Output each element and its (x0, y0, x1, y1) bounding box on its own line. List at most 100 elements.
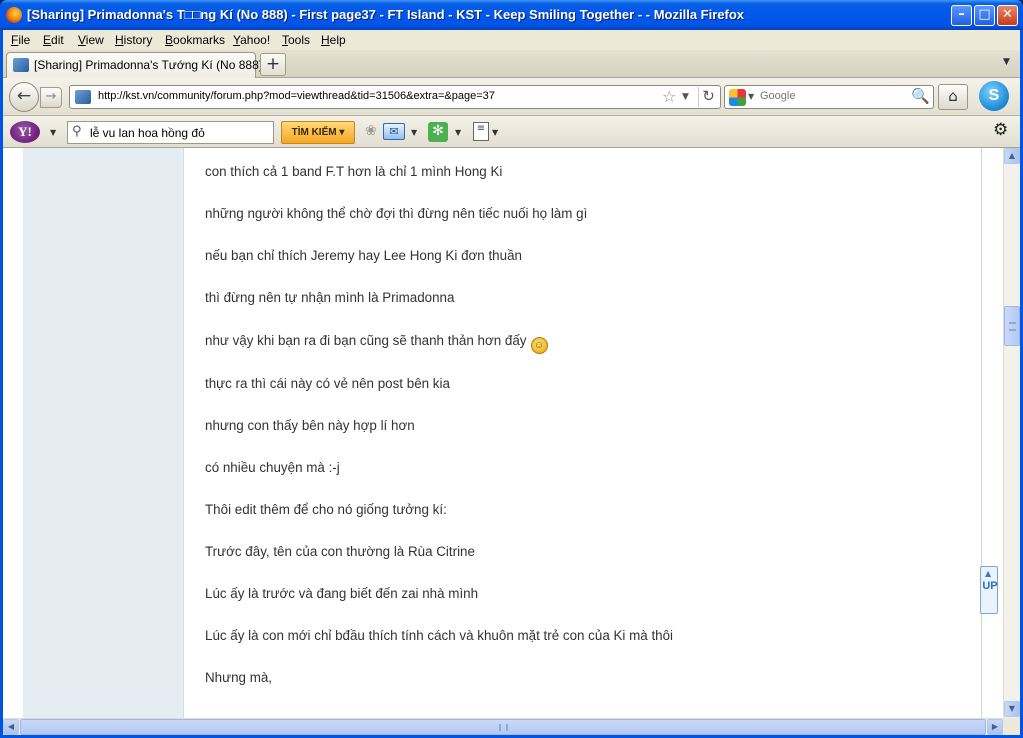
post-line: có nhiều chuyện mà :-j (205, 460, 340, 475)
url-text[interactable]: http://kst.vn/community/forum.php?mod=vi… (98, 90, 495, 102)
post-content: con thích cả 1 band F.T hơn là chỉ 1 mìn… (185, 148, 982, 718)
menu-bookmarks-rest: ookmarks (173, 33, 226, 47)
menu-yahoo[interactable]: Yahoo! (233, 33, 270, 47)
yahoo-search-field[interactable]: ⚲ lễ vu lan hoa hồng đỏ (67, 121, 274, 144)
home-button[interactable]: ⌂ (938, 84, 968, 110)
page-margin-left (3, 148, 23, 718)
horizontal-scroll-thumb[interactable] (20, 719, 986, 735)
google-engine-icon[interactable] (729, 89, 746, 106)
yahoo-search-value[interactable]: lễ vu lan hoa hồng đỏ (90, 126, 205, 140)
window-title: [Sharing] Primadonna's T□□ng Kí (No 888)… (27, 7, 745, 22)
menu-bookmarks[interactable]: Bookmarks (165, 33, 225, 47)
post-line: thì đừng nên tự nhận mình là Primadonna (205, 290, 455, 305)
menu-edit-key: E (43, 33, 52, 47)
vertical-scroll-thumb[interactable] (1004, 306, 1020, 346)
menu-view-key: V (78, 33, 86, 47)
browser-client-area: File Edit View History Bookmarks Yahoo! … (3, 30, 1020, 735)
scrollbar-corner (1003, 718, 1020, 735)
menu-history-rest: istory (123, 33, 153, 47)
post-line: Trước đây, tên của con thường là Rùa Cit… (205, 544, 475, 559)
menu-tools[interactable]: Tools (282, 33, 310, 47)
menu-history[interactable]: History (115, 33, 152, 47)
menu-tools-rest: ools (288, 33, 311, 47)
page-margin-right (983, 148, 1003, 718)
horizontal-scrollbar[interactable]: ◀ ▶ (3, 718, 1020, 735)
post-line-with-smiley: như vậy khi bạn ra đi bạn cũng sẽ thanh … (205, 333, 548, 354)
menu-help-rest: elp (329, 33, 346, 47)
post-line: Lúc ấy là con mới chỉ bđầu thích tính cá… (205, 628, 674, 643)
mail-icon[interactable]: ✉ (383, 123, 405, 140)
maximize-button[interactable]: □ (974, 5, 995, 26)
menu-bookmarks-key: B (165, 33, 174, 47)
toolbar-separator-icon: ❀ (365, 123, 377, 139)
scroll-to-top-button[interactable]: ▲ UP (980, 566, 998, 614)
navigation-toolbar: ← → http://kst.vn/community/forum.php?mo… (3, 78, 1020, 116)
search-input[interactable] (760, 90, 900, 102)
mail-dropdown-icon[interactable]: ▼ (411, 128, 417, 137)
close-button[interactable]: ✕ (997, 5, 1018, 26)
page-viewport: con thích cả 1 band F.T hơn là chỉ 1 mìn… (3, 148, 1003, 718)
site-identity-icon[interactable] (75, 90, 91, 104)
search-engine-dropdown-icon[interactable]: ▼ (748, 92, 754, 101)
post-line: Nhưng mà, (205, 670, 273, 685)
smiley-icon: ☺ (530, 337, 548, 354)
tab-label: [Sharing] Primadonna's Tướng Kí (No 888)… (34, 58, 284, 72)
post-line: Thôi edit thêm để cho nó giống tưởng kí: (205, 502, 447, 517)
tab-list-dropdown-icon[interactable]: ▼ (1003, 57, 1010, 67)
url-bar[interactable]: http://kst.vn/community/forum.php?mod=vi… (69, 85, 721, 109)
post-line: nhưng con thấy bên này hợp lí hơn (205, 418, 415, 433)
menu-view[interactable]: View (78, 33, 104, 47)
menu-file-rest: ile (18, 33, 31, 47)
browser-window: [Sharing] Primadonna's T□□ng Kí (No 888)… (0, 0, 1023, 738)
scroll-left-arrow-icon[interactable]: ◀ (3, 719, 19, 735)
yahoo-toolbar: Y! ▼ ⚲ lễ vu lan hoa hồng đỏ TÌM KIẾM ▾ … (3, 116, 1020, 148)
menu-help[interactable]: Help (321, 33, 346, 47)
back-button[interactable]: ← (9, 82, 39, 112)
menu-bar: File Edit View History Bookmarks Yahoo! … (3, 30, 1020, 50)
scroll-grip-icon (1009, 322, 1016, 331)
reload-icon[interactable]: ↻ (698, 87, 718, 107)
scroll-right-arrow-icon[interactable]: ▶ (987, 719, 1003, 735)
flower-icon[interactable]: ✻ (428, 122, 448, 142)
forward-button[interactable]: → (40, 87, 62, 108)
gear-icon[interactable]: ⚙ (993, 120, 1008, 140)
yahoo-search-button[interactable]: TÌM KIẾM ▾ (281, 121, 355, 144)
tab-active[interactable]: [Sharing] Primadonna's Tướng Kí (No 888)… (6, 52, 283, 78)
scroll-up-arrow-icon[interactable]: ▲ (1004, 148, 1020, 164)
new-tab-button[interactable]: + (260, 53, 286, 76)
post-line: thực ra thì cái này có vẻ nên post bên k… (205, 376, 450, 391)
scroll-grip-icon (499, 724, 508, 731)
search-go-icon[interactable]: 🔍 (911, 87, 930, 105)
post-line-text: như vậy khi bạn ra đi bạn cũng sẽ thanh … (205, 333, 527, 348)
menu-edit-rest: dit (51, 33, 64, 47)
site-favicon-icon (13, 58, 29, 72)
menu-view-rest: iew (85, 33, 104, 47)
vertical-scrollbar[interactable]: ▲ ▼ (1003, 148, 1020, 718)
menu-help-key: H (321, 33, 330, 47)
document-dropdown-icon[interactable]: ▼ (492, 128, 498, 137)
up-label: UP (982, 580, 998, 592)
url-history-dropdown-icon[interactable]: ▼ (682, 92, 689, 102)
title-bar[interactable]: [Sharing] Primadonna's T□□ng Kí (No 888)… (0, 0, 1023, 30)
skype-icon[interactable]: S (979, 81, 1009, 111)
post-author-column (23, 148, 184, 718)
post-line: Lúc ấy là trước và đang biết đến zai nhà… (205, 586, 479, 601)
yahoo-menu-dropdown-icon[interactable]: ▼ (50, 128, 56, 137)
firefox-icon (6, 7, 22, 23)
scroll-down-arrow-icon[interactable]: ▼ (1004, 701, 1020, 717)
yahoo-logo-icon[interactable]: Y! (10, 121, 40, 143)
minimize-button[interactable]: – (951, 5, 972, 26)
menu-history-key: H (115, 33, 124, 47)
post-line: con thích cả 1 band F.T hơn là chỉ 1 mìn… (205, 164, 503, 179)
menu-yahoo-rest: ahoo! (240, 33, 271, 47)
up-arrow-icon: ▲ (985, 569, 992, 578)
menu-edit[interactable]: Edit (43, 33, 64, 47)
post-line: nếu bạn chỉ thích Jeremy hay Lee Hong Ki… (205, 248, 522, 263)
search-bar[interactable]: ▼ 🔍 (724, 85, 934, 109)
magnifier-icon: ⚲ (72, 124, 82, 139)
flower-dropdown-icon[interactable]: ▼ (455, 128, 461, 137)
document-icon[interactable]: ≡ (473, 122, 489, 141)
bookmark-star-icon[interactable]: ☆ (662, 87, 676, 106)
menu-file[interactable]: File (11, 33, 30, 47)
post-line: những người không thể chờ đợi thì đừng n… (205, 206, 588, 221)
